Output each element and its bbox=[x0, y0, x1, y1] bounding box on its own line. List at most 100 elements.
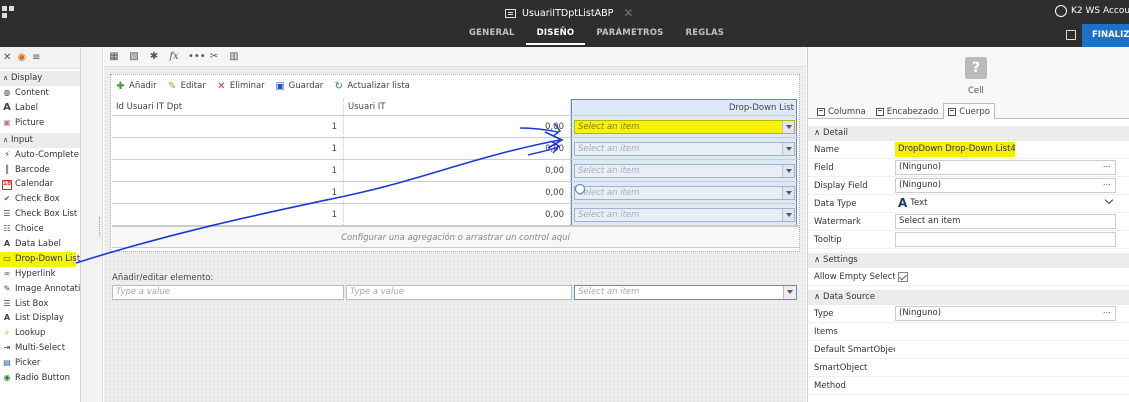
column-header-usuari[interactable]: Usuari IT bbox=[344, 99, 571, 115]
toolbox-item-data-label[interactable]: A Data Label bbox=[0, 237, 80, 252]
toolbox-item-auto-complete[interactable]: ⚡ Auto-Complete bbox=[0, 148, 80, 163]
dropdown-control[interactable]: Select an item bbox=[574, 142, 795, 156]
save-list-button[interactable]: ▣ Guardar bbox=[275, 81, 323, 92]
toolbox-item-image-annotation[interactable]: ✎Image Annotati... bbox=[0, 282, 80, 297]
toolbox-item-check-box-list[interactable]: ☰ Check Box List bbox=[0, 207, 80, 222]
toolbox-item-lookup[interactable]: ⌕ Lookup bbox=[0, 326, 80, 341]
function-icon[interactable]: fx bbox=[168, 51, 180, 62]
watermark-input[interactable]: Select an item bbox=[895, 214, 1116, 229]
toolbox-item-label[interactable]: A Label bbox=[0, 101, 80, 116]
table-edit-icon[interactable]: ▧ bbox=[128, 51, 140, 62]
toolbox-item-picker[interactable]: ▤ Picker bbox=[0, 356, 80, 371]
toolbox-item-radio-button[interactable]: ◉ Radio Button bbox=[0, 371, 80, 386]
section-display[interactable]: ∧ Display bbox=[0, 71, 80, 86]
toolbox-item-calendar[interactable]: 18 Calendar bbox=[0, 177, 80, 192]
edit-button[interactable]: ✎ Editar bbox=[167, 81, 206, 92]
chevron-down-icon[interactable] bbox=[782, 209, 794, 221]
toolbox-item-choice[interactable]: ☷ Choice bbox=[0, 222, 80, 237]
ellipsis-icon[interactable]: ... bbox=[1103, 161, 1111, 172]
tooltip-input[interactable] bbox=[895, 232, 1116, 247]
table-row[interactable]: 1 0,00 Select an item bbox=[112, 116, 799, 138]
refresh-button[interactable]: ↻ Actualizar lista bbox=[333, 81, 410, 92]
column-icon[interactable]: ▥ bbox=[228, 51, 240, 62]
table-row[interactable]: 1 0,00 Select an item bbox=[112, 204, 799, 226]
app-grid-icon[interactable] bbox=[2, 6, 14, 18]
cut-icon[interactable]: ✂ bbox=[208, 51, 220, 62]
controls-icon[interactable]: ◉ bbox=[17, 52, 26, 63]
usuari-input[interactable]: Type a value bbox=[346, 285, 572, 300]
add-button[interactable]: ✚ Añadir bbox=[115, 81, 156, 92]
tab-parametros[interactable]: PARÁMETROS bbox=[585, 28, 674, 45]
column-header-dropdown[interactable]: Drop-Down List bbox=[571, 99, 797, 115]
toolbox-item-picture[interactable]: ▣ Picture bbox=[0, 116, 80, 131]
toolbox-item-list-display[interactable]: A List Display bbox=[0, 311, 80, 326]
cell-dropdown[interactable]: Select an item bbox=[571, 138, 797, 159]
toolbox-item-list-box[interactable]: ☰ List Box bbox=[0, 297, 80, 312]
toolbox-item-hyperlink[interactable]: ∞ Hyperlink bbox=[0, 267, 80, 282]
column-resize-handle[interactable] bbox=[575, 184, 585, 194]
display-field-selector[interactable]: (Ninguno)... bbox=[895, 178, 1116, 193]
tools-icon[interactable]: ✕ bbox=[3, 52, 11, 63]
delete-button[interactable]: ✕ Eliminar bbox=[216, 81, 265, 92]
section-detail[interactable]: ∧ Detail bbox=[808, 126, 1129, 141]
section-input[interactable]: ∧ Input bbox=[0, 132, 80, 148]
prop-allow-empty: Allow Empty Selecti... bbox=[808, 268, 1129, 286]
cell-dropdown[interactable]: Select an item bbox=[571, 204, 797, 225]
field-selector[interactable]: (Ninguno)... bbox=[895, 160, 1116, 175]
tab-columna[interactable]: Columna bbox=[812, 103, 871, 119]
toolbox-item-multi-select[interactable]: ⇥ Multi-Select bbox=[0, 341, 80, 356]
cell-usuari: 0,00 bbox=[344, 160, 571, 181]
table-row[interactable]: 1 0,00 Select an item bbox=[112, 160, 799, 182]
allow-empty-checkbox[interactable] bbox=[898, 271, 908, 282]
resize-grip[interactable] bbox=[99, 217, 101, 237]
column-header-id[interactable]: Id Usuari IT Dpt bbox=[112, 99, 344, 115]
aggregation-drop-zone[interactable]: Configurar una agregación o arrastrar un… bbox=[112, 226, 799, 248]
snowflake-icon[interactable]: ✱ bbox=[148, 51, 160, 62]
add-dropdown[interactable]: Select an item bbox=[574, 285, 797, 300]
toolbox-panel: ✕ ◉ ≡ ∧ Display ◍ Content A Label ▣ Picture … bbox=[0, 47, 81, 402]
data-type-select[interactable]: A Text bbox=[895, 196, 1116, 211]
cell-dropdown[interactable]: Select an item bbox=[571, 160, 797, 181]
fields-icon[interactable]: ≡ bbox=[32, 52, 40, 63]
type-selector[interactable]: (Ninguno)... bbox=[895, 306, 1116, 321]
cell-dropdown[interactable]: Select an item bbox=[571, 116, 797, 137]
name-field[interactable]: DropDown Drop-Down List4 bbox=[895, 142, 1015, 157]
account-menu[interactable]: K2 WS Account bbox=[1055, 5, 1129, 17]
chevron-down-icon[interactable] bbox=[782, 121, 794, 133]
tab-encabezado[interactable]: Encabezado bbox=[871, 103, 944, 119]
tab-diseno[interactable]: DISEÑO bbox=[525, 28, 586, 45]
id-input[interactable]: Type a value bbox=[112, 285, 344, 300]
toolbox-item-check-box[interactable]: ✔ Check Box bbox=[0, 192, 80, 207]
section-settings[interactable]: ∧ Settings bbox=[808, 253, 1129, 268]
dropdown-control[interactable]: Select an item bbox=[574, 186, 795, 200]
close-icon[interactable]: ✕ bbox=[623, 6, 633, 20]
ellipsis-icon[interactable]: ... bbox=[1103, 179, 1111, 190]
table-row[interactable]: 1 0,00 Select an item bbox=[112, 182, 799, 204]
section-data-source[interactable]: ∧ Data Source bbox=[808, 290, 1129, 305]
grid-icon[interactable]: ▦ bbox=[108, 51, 120, 62]
save-icon[interactable] bbox=[1066, 30, 1076, 40]
tab-general[interactable]: GENERAL bbox=[458, 28, 526, 45]
list-view-control[interactable]: ✚ Añadir ✎ Editar ✕ Eliminar ▣ Guardar ↻ Actu… bbox=[110, 74, 800, 252]
dropdown-control[interactable]: Select an item bbox=[574, 208, 795, 222]
toolbox-item-barcode[interactable]: ║ Barcode bbox=[0, 163, 80, 178]
document-tab[interactable]: UsuariITDptListABP ✕ bbox=[505, 4, 633, 22]
dropdown-control[interactable]: Select an item bbox=[574, 120, 795, 134]
ellipsis-icon[interactable]: ... bbox=[1103, 307, 1111, 318]
toolbox-item-drop-down-list[interactable]: ▭ Drop-Down List bbox=[0, 251, 80, 267]
tab-cuerpo[interactable]: Cuerpo bbox=[943, 103, 995, 119]
toolbox-item-content[interactable]: ◍ Content bbox=[0, 86, 80, 101]
finalize-button[interactable]: FINALIZAR bbox=[1082, 24, 1129, 47]
tab-reglas[interactable]: REGLAS bbox=[674, 28, 735, 45]
design-canvas[interactable]: ▦ ▧ ✱ fx ••• ✂ ▥ ✚ Añadir ✎ Editar ✕ Elimin… bbox=[104, 47, 806, 402]
chevron-down-icon[interactable] bbox=[783, 286, 796, 299]
lookup-icon: ⌕ bbox=[4, 328, 10, 338]
more-icon[interactable]: ••• bbox=[188, 51, 206, 62]
dropdown-control[interactable]: Select an item bbox=[574, 164, 795, 178]
cell-dropdown[interactable]: Select an item bbox=[571, 182, 797, 203]
prop-type: Type (Ninguno)... bbox=[808, 305, 1129, 323]
chevron-down-icon[interactable] bbox=[782, 165, 794, 177]
chevron-down-icon[interactable] bbox=[782, 187, 794, 199]
chevron-down-icon[interactable] bbox=[782, 143, 794, 155]
table-row[interactable]: 1 0,00 Select an item bbox=[112, 138, 799, 160]
